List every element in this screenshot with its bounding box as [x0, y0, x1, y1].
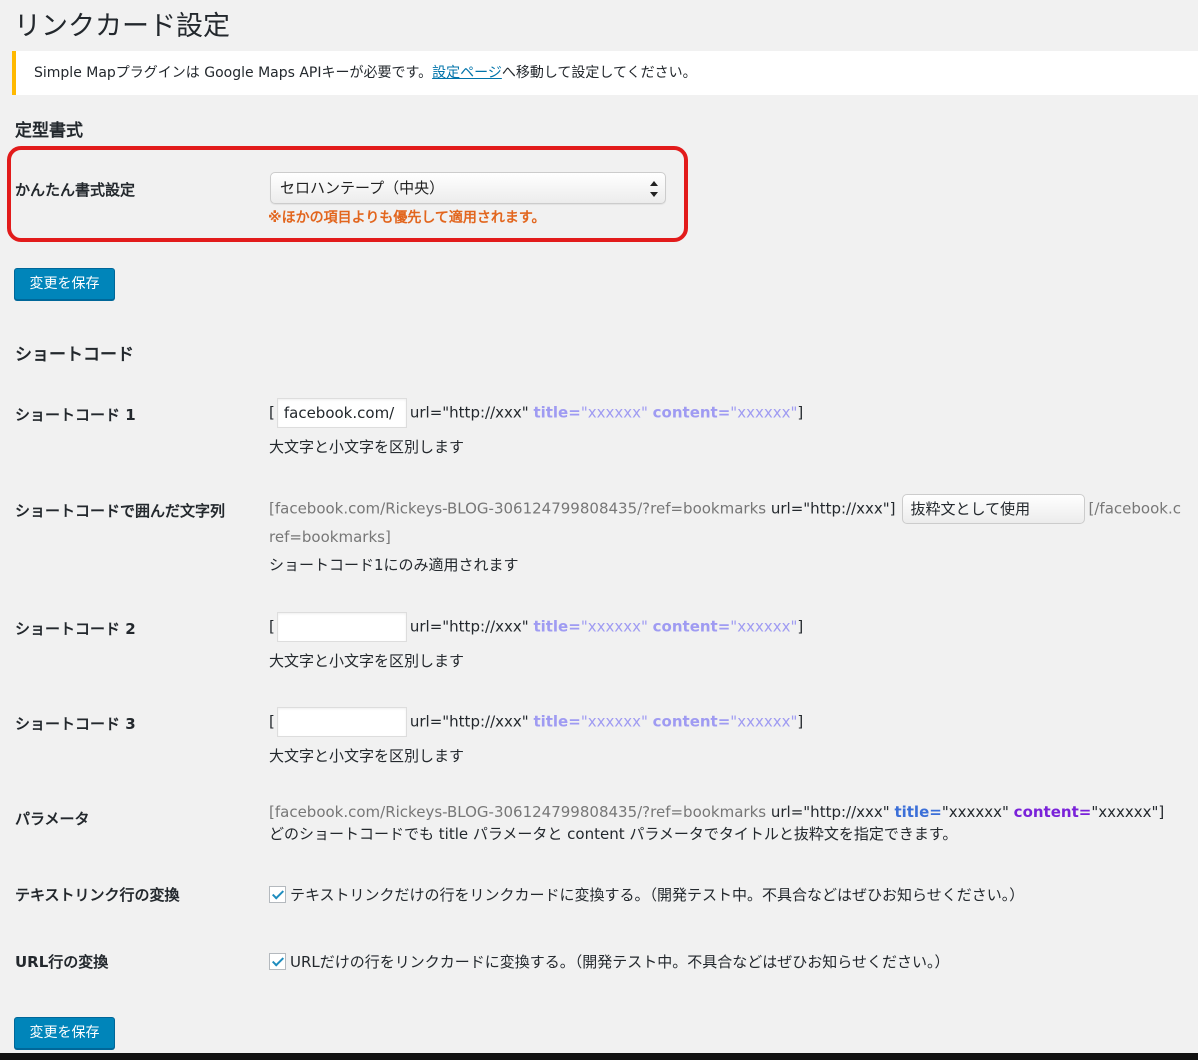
shortcode1-label: ショートコード 1: [15, 406, 136, 424]
save-button-bottom[interactable]: 変更を保存: [14, 1017, 115, 1049]
shortcode3-label: ショートコード 3: [15, 715, 136, 733]
text-link-option: テキストリンクだけの行をリンクカードに変換する。（開発テスト中。不具合などはぜひ…: [269, 884, 1024, 905]
url-line-checkbox[interactable]: [269, 953, 286, 970]
api-key-notice: Simple Mapプラグインは Google Maps APIキーが必要です。…: [12, 51, 1198, 95]
content-attr: content=: [652, 712, 731, 731]
enclosed-label: ショートコードで囲んだ文字列: [15, 502, 226, 520]
parameter-content-attr: content=: [1013, 803, 1092, 821]
enclosed-wrap: ref=bookmarks]: [269, 528, 391, 546]
content-value: "xxxxxx": [730, 712, 798, 731]
shortcode1-input[interactable]: facebook.com/: [276, 398, 407, 428]
shortcode3-desc: 大文字と小文字を区別します: [269, 747, 465, 765]
content-value: "xxxxxx": [730, 403, 798, 422]
parameter-line: [facebook.com/Rickeys-BLOG-3061247998084…: [269, 803, 1164, 821]
enclosed-usage-selected: 抜粋文として使用: [910, 500, 1031, 518]
enclosed-line: [facebook.com/Rickeys-BLOG-3061247998084…: [269, 494, 1181, 524]
close-bracket: ]: [797, 403, 804, 422]
format-section-title: 定型書式: [15, 121, 83, 141]
parameter-title-attr: title=: [894, 803, 942, 821]
content-attr: content=: [652, 403, 731, 422]
parameter-prefix: [facebook.com/Rickeys-BLOG-3061247998084…: [269, 803, 767, 821]
open-bracket: [: [269, 403, 275, 422]
parameter-url-attr: url="http://xxx": [770, 803, 890, 821]
save-button-top[interactable]: 変更を保存: [14, 268, 115, 300]
url-attr: url="http://xxx": [409, 403, 529, 422]
shortcode-section-title: ショートコード: [15, 345, 134, 365]
content-value: "xxxxxx": [730, 617, 798, 636]
enclosed-suffix: [/facebook.c: [1088, 499, 1181, 518]
parameter-label: パラメータ: [15, 810, 90, 828]
text-link-text: テキストリンクだけの行をリンクカードに変換する。（開発テスト中。不具合などはぜひ…: [290, 886, 1025, 904]
url-line-text: URLだけの行をリンクカードに変換する。（開発テスト中。不具合などはぜひお知らせ…: [290, 953, 950, 971]
title-value: "xxxxxx": [580, 403, 648, 422]
title-attr: title=: [533, 403, 581, 422]
title-attr: title=: [533, 712, 581, 731]
enclosed-url-attr: url="http://xxx"]: [770, 499, 896, 518]
shortcode2-desc: 大文字と小文字を区別します: [269, 652, 465, 670]
shortcode1-line: [facebook.com/url="http://xxx" title="xx…: [269, 398, 803, 428]
select-arrows-icon: [1069, 501, 1077, 517]
enclosed-usage-select[interactable]: 抜粋文として使用: [901, 494, 1085, 524]
shortcode1-desc: 大文字と小文字を区別します: [269, 438, 465, 456]
url-attr: url="http://xxx": [409, 617, 529, 636]
parameter-content-value: "xxxxxx"]: [1091, 803, 1165, 821]
url-line-label: URL行の変換: [15, 953, 109, 971]
settings-page-link[interactable]: 設定ページ: [432, 65, 502, 81]
parameter-title-value: "xxxxxx": [941, 803, 1009, 821]
enclosed-prefix: [facebook.com/Rickeys-BLOG-3061247998084…: [269, 499, 767, 518]
notice-text: Simple Mapプラグインは Google Maps APIキーが必要です。: [34, 65, 433, 81]
easy-format-label: かんたん書式設定: [15, 181, 136, 199]
text-link-label: テキストリンク行の変換: [15, 886, 180, 904]
notice-text-after: へ移動して設定してください。: [501, 65, 697, 81]
page-title: リンクカード設定: [14, 11, 230, 42]
easy-format-select[interactable]: セロハンテープ（中央）: [270, 172, 666, 204]
priority-warning: ※ほかの項目よりも優先して適用されます。: [268, 210, 546, 226]
title-attr: title=: [533, 617, 581, 636]
shortcode2-input[interactable]: [276, 612, 407, 642]
open-bracket: [: [269, 617, 275, 636]
parameter-desc: どのショートコードでも title パラメータと content パラメータでタ…: [269, 825, 958, 843]
close-bracket: ]: [797, 712, 804, 731]
shortcode2-label: ショートコード 2: [15, 620, 136, 638]
text-link-checkbox[interactable]: [269, 886, 286, 903]
url-attr: url="http://xxx": [409, 712, 529, 731]
select-arrows-icon: [650, 181, 658, 197]
content-attr: content=: [652, 617, 731, 636]
bottom-edge: [0, 1053, 1198, 1060]
shortcode3-line: [url="http://xxx" title="xxxxxx" content…: [269, 707, 803, 737]
open-bracket: [: [269, 712, 275, 731]
close-bracket: ]: [797, 617, 804, 636]
shortcode3-input[interactable]: [276, 707, 407, 737]
shortcode2-line: [url="http://xxx" title="xxxxxx" content…: [269, 612, 803, 642]
title-value: "xxxxxx": [580, 712, 648, 731]
easy-format-selected: セロハンテープ（中央）: [280, 179, 445, 197]
url-line-option: URLだけの行をリンクカードに変換する。（開発テスト中。不具合などはぜひお知らせ…: [269, 951, 949, 972]
enclosed-desc: ショートコード1にのみ適用されます: [269, 556, 519, 574]
title-value: "xxxxxx": [580, 617, 648, 636]
